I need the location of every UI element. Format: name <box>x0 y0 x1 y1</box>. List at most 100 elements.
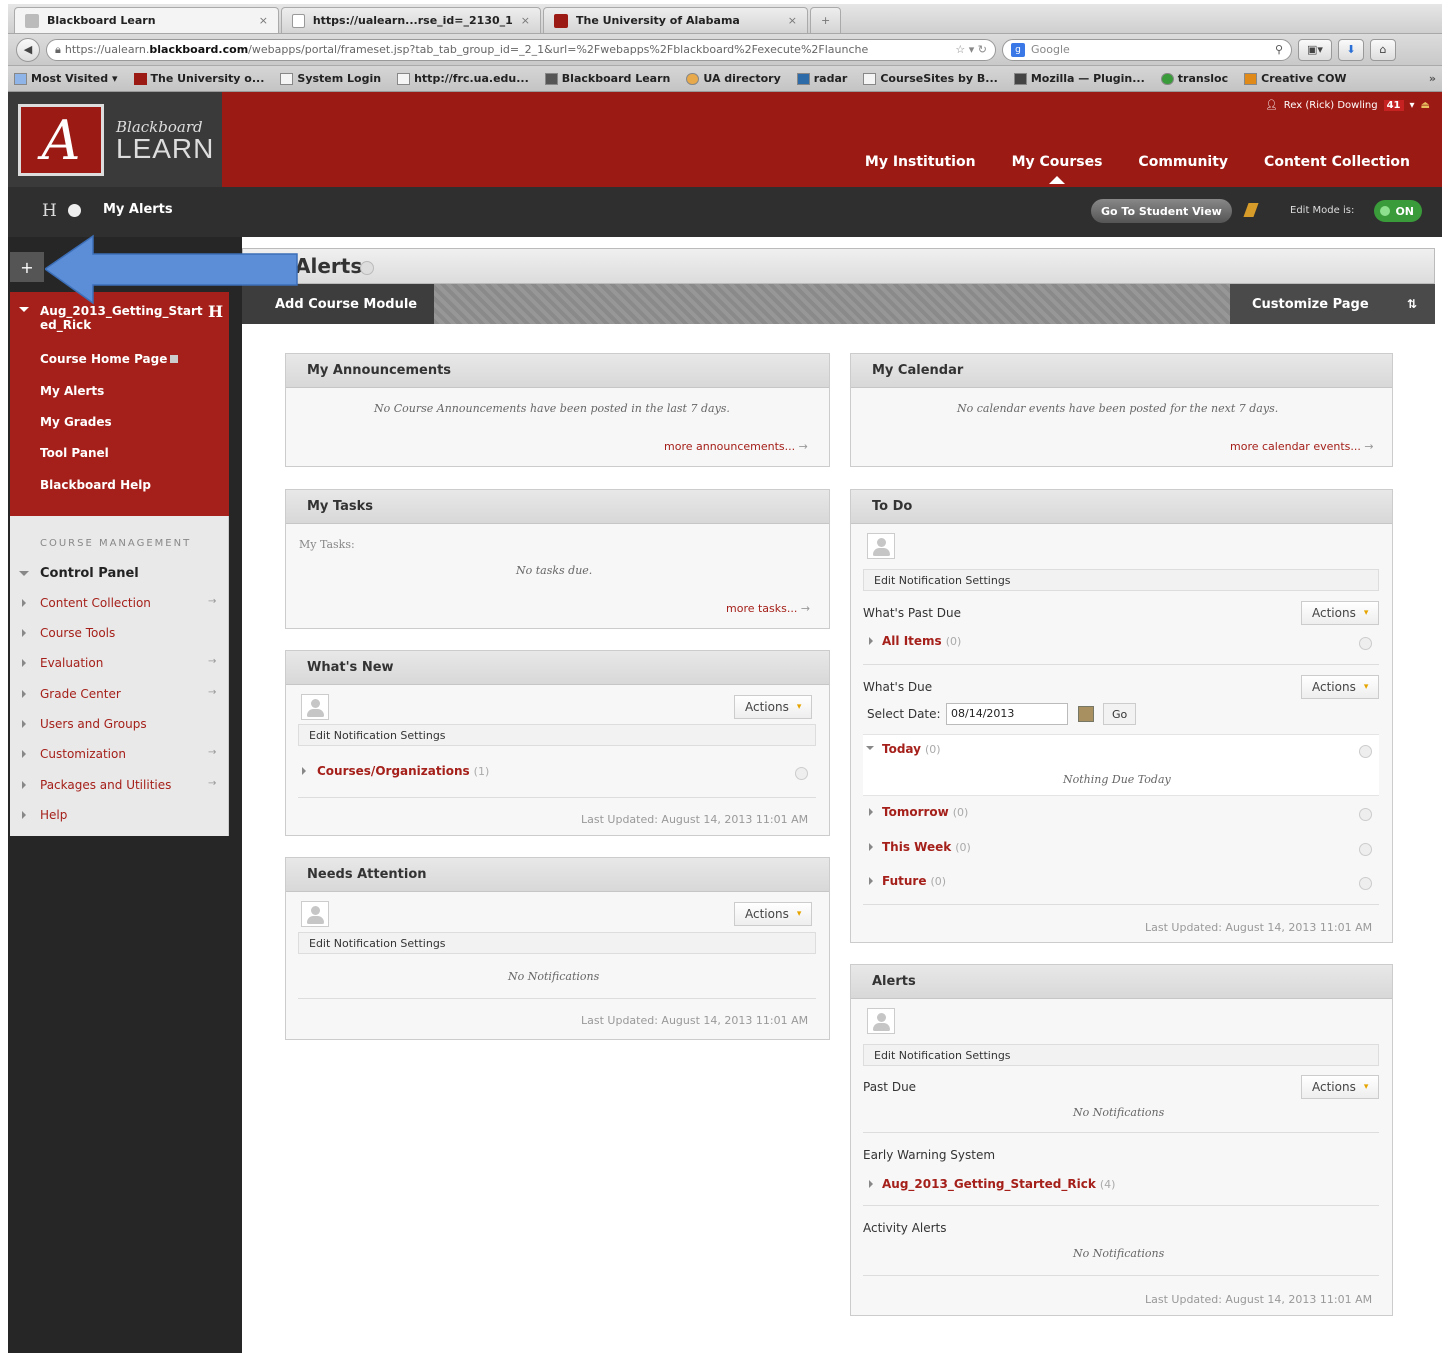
browser-tab-alabama[interactable]: The University of Alabama × <box>543 7 808 33</box>
cp-packages-and-utilities[interactable]: Packages and Utilities <box>40 778 171 792</box>
module-title[interactable]: To Do <box>851 490 1392 524</box>
expand-caret-icon[interactable] <box>302 767 310 775</box>
tab-my-courses[interactable]: My Courses <box>1012 154 1102 184</box>
bookmark-system-login[interactable]: System Login <box>280 72 381 85</box>
module-title[interactable]: My Announcements <box>286 354 829 388</box>
logout-icon[interactable]: ⏏ <box>1421 100 1430 111</box>
courses-organizations-link[interactable]: Courses/Organizations (1) <box>317 764 489 778</box>
actions-button[interactable]: Actions ▾ <box>734 902 813 926</box>
bookmark-most-visited[interactable]: Most Visited ▾ <box>14 72 118 85</box>
dismiss-icon[interactable] <box>1359 877 1372 890</box>
more-calendar-events-link[interactable]: more calendar events... <box>1230 440 1374 453</box>
this-week-link[interactable]: This Week (0) <box>882 840 971 854</box>
bookmark-ua-directory[interactable]: UA directory <box>686 72 781 85</box>
expand-caret-icon[interactable] <box>22 781 30 789</box>
new-tab-button[interactable]: + <box>810 7 842 33</box>
dismiss-icon[interactable] <box>1359 843 1372 856</box>
dismiss-icon[interactable] <box>1359 637 1372 650</box>
bookmark-frc[interactable]: http://frc.ua.edu... <box>397 72 529 85</box>
download-icon[interactable]: ⬇ <box>1338 38 1364 61</box>
expand-caret-icon[interactable] <box>22 690 30 698</box>
date-input[interactable]: 08/14/2013 <box>946 703 1068 725</box>
bookmark-transloc[interactable]: transloc <box>1160 72 1228 85</box>
dismiss-icon[interactable] <box>1359 745 1372 758</box>
edit-notification-settings-link[interactable]: Edit Notification Settings <box>863 569 1379 591</box>
menu-tool-panel[interactable]: Tool Panel <box>40 446 109 460</box>
cp-course-tools[interactable]: Course Tools <box>40 626 115 640</box>
expand-caret-icon[interactable] <box>869 637 877 645</box>
circle-icon[interactable] <box>68 204 81 217</box>
expand-caret-icon[interactable] <box>22 811 30 819</box>
dismiss-icon[interactable] <box>1359 808 1372 821</box>
module-title[interactable]: What's New <box>286 651 829 685</box>
course-alerts-link[interactable]: Aug_2013_Getting_Started_Rick (4) <box>882 1177 1115 1191</box>
expand-caret-icon[interactable] <box>869 843 877 851</box>
search-icon[interactable]: ⚲ <box>1275 43 1283 56</box>
logo-area[interactable]: A Blackboard LEARN <box>8 92 222 187</box>
tab-community[interactable]: Community <box>1138 154 1228 170</box>
menu-blackboard-help[interactable]: Blackboard Help <box>40 478 151 492</box>
cp-grade-center[interactable]: Grade Center <box>40 687 121 701</box>
bookmark-mozilla[interactable]: Mozilla — Plugin... <box>1013 72 1145 85</box>
tab-my-institution[interactable]: My Institution <box>865 154 976 170</box>
bookmark-university[interactable]: The University o... <box>133 72 264 85</box>
hide-menu-icon[interactable]: H <box>42 201 57 221</box>
menu-my-grades[interactable]: My Grades <box>40 415 112 429</box>
back-button[interactable]: ◀ <box>16 37 40 62</box>
course-title[interactable]: Aug_2013_Getting_Started_Rick <box>40 304 210 332</box>
today-link[interactable]: Today (0) <box>882 742 941 756</box>
menu-my-alerts[interactable]: My Alerts <box>40 384 104 398</box>
collapse-caret-icon[interactable] <box>19 571 29 581</box>
expand-caret-icon[interactable] <box>22 659 30 667</box>
expand-caret-icon[interactable] <box>22 599 30 607</box>
tomorrow-link[interactable]: Tomorrow (0) <box>882 805 968 819</box>
more-tasks-link[interactable]: more tasks... <box>726 602 810 615</box>
module-title[interactable]: Alerts <box>851 965 1392 999</box>
bookmark-creative-cow[interactable]: Creative COW <box>1244 72 1347 85</box>
expand-caret-icon[interactable] <box>869 877 877 885</box>
edit-notification-settings-link[interactable]: Edit Notification Settings <box>863 1044 1379 1066</box>
edit-mode-toggle[interactable]: ON <box>1374 200 1422 222</box>
edit-notification-settings-link[interactable]: Edit Notification Settings <box>298 932 816 954</box>
module-title[interactable]: Needs Attention <box>286 858 829 892</box>
page-options-icon[interactable] <box>360 261 374 275</box>
collapse-caret-icon[interactable] <box>866 746 874 754</box>
tab-close-icon[interactable]: × <box>259 14 268 27</box>
breadcrumb[interactable]: My Alerts <box>103 202 173 217</box>
go-button[interactable]: Go <box>1103 703 1137 725</box>
search-box[interactable]: g Google ⚲ <box>1002 38 1292 61</box>
cp-content-collection[interactable]: Content Collection <box>40 596 151 610</box>
cp-customization[interactable]: Customization <box>40 747 126 761</box>
expand-caret-icon[interactable] <box>869 808 877 816</box>
url-bar[interactable]: 🔒︎ https://ualearn. blackboard.com/webapp… <box>46 38 996 61</box>
module-title[interactable]: My Calendar <box>851 354 1392 388</box>
expand-caret-icon[interactable] <box>22 750 30 758</box>
future-link[interactable]: Future (0) <box>882 874 946 888</box>
collapse-caret-icon[interactable] <box>19 307 29 317</box>
customize-page-button[interactable]: Customize Page ⇅ <box>1230 284 1435 324</box>
bookmark-coursesites[interactable]: CourseSites by B... <box>863 72 998 85</box>
expand-caret-icon[interactable] <box>22 720 30 728</box>
bookmark-radar[interactable]: radar <box>796 72 847 85</box>
calendar-icon[interactable] <box>1078 706 1094 722</box>
tab-group-button[interactable]: ▣▾ <box>1298 38 1332 61</box>
more-announcements-link[interactable]: more announcements... <box>664 440 808 453</box>
module-title[interactable]: My Tasks <box>286 490 829 524</box>
cp-users-and-groups[interactable]: Users and Groups <box>40 717 147 731</box>
bookmark-star-icon[interactable]: ☆ ▾ ↻ <box>955 43 987 56</box>
browser-tab-blackboard[interactable]: Blackboard Learn × <box>14 7 279 33</box>
actions-button[interactable]: Actions ▾ <box>1301 601 1380 625</box>
add-menu-item-button[interactable]: + <box>10 252 44 282</box>
bookmarks-overflow-icon[interactable]: » <box>1429 72 1436 85</box>
sort-icon[interactable]: ⇅ <box>1407 297 1417 311</box>
tab-close-icon[interactable]: × <box>788 14 797 27</box>
bookmark-blackboard[interactable]: Blackboard Learn <box>544 72 670 85</box>
tab-close-icon[interactable]: × <box>521 14 530 27</box>
menu-course-home-page[interactable]: Course Home Page <box>40 352 179 366</box>
browser-tab-ualearn[interactable]: https://ualearn...rse_id=_2130_1 × <box>281 7 541 33</box>
tab-content-collection[interactable]: Content Collection <box>1264 154 1410 170</box>
expand-caret-icon[interactable] <box>22 629 30 637</box>
user-menu[interactable]: 👤︎ Rex (Rick) Dowling 41 ▾ ⏏ <box>1265 100 1430 111</box>
edit-notification-settings-link[interactable]: Edit Notification Settings <box>298 724 816 746</box>
cp-evaluation[interactable]: Evaluation <box>40 656 103 670</box>
